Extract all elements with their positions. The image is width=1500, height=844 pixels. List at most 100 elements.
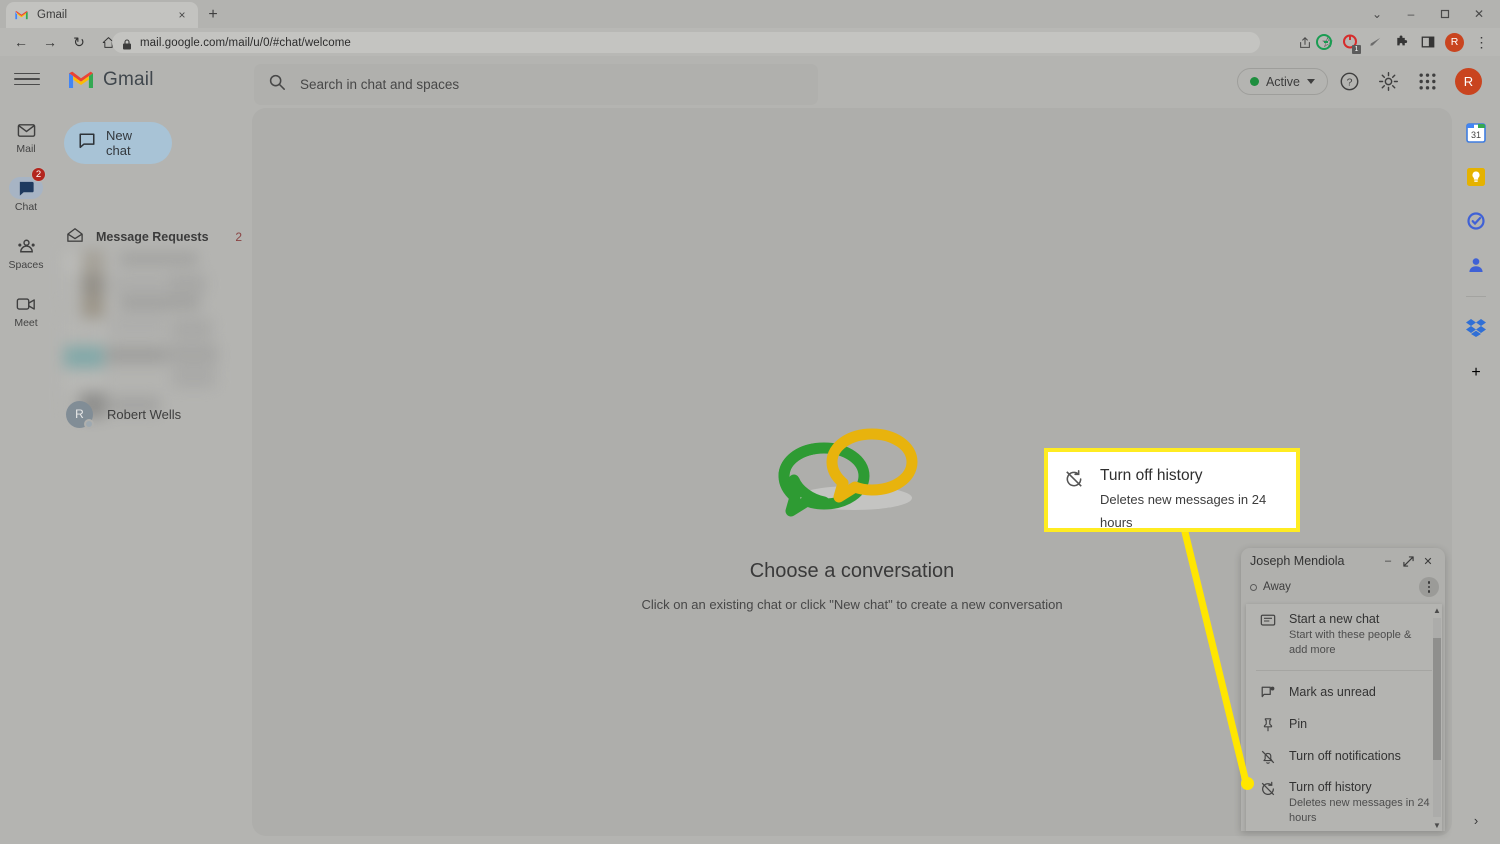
empty-state-subtitle: Click on an existing chat or click "New …	[641, 597, 1063, 612]
google-tasks-icon[interactable]	[1465, 210, 1487, 232]
addon-rail: 31 + ›	[1452, 104, 1500, 844]
tab-search-icon[interactable]: ⌄	[1360, 0, 1394, 28]
close-icon[interactable]: ✕	[1420, 553, 1436, 569]
menu-item-pin[interactable]: Pin	[1246, 708, 1442, 740]
help-icon[interactable]: ?	[1338, 70, 1360, 92]
navigation-buttons: ← → ↻	[8, 28, 121, 56]
google-apps-icon[interactable]	[1416, 70, 1438, 92]
status-dot-icon	[1249, 77, 1259, 86]
annotation-callout: Turn off history Deletes new messages in…	[1044, 448, 1300, 532]
gear-icon[interactable]	[1377, 70, 1399, 92]
chat-list-column: New chat Message Requests 2 R Robert Wel…	[52, 104, 252, 844]
popup-title-bar[interactable]: Joseph Mendiola – ✕	[1241, 548, 1445, 574]
close-window-icon[interactable]: ✕	[1462, 0, 1496, 28]
minimize-icon[interactable]: –	[1394, 0, 1428, 28]
avatar: R	[66, 400, 94, 429]
sidebar-item-label: Mail	[16, 143, 36, 155]
expand-panel-icon[interactable]: ›	[1466, 810, 1486, 830]
lock-icon	[122, 37, 132, 50]
gmail-favicon	[14, 8, 29, 23]
message-requests-count: 2	[235, 230, 242, 244]
status-badge[interactable]: Active	[1236, 68, 1328, 95]
menu-item-turn-off-notifications[interactable]: Turn off notifications	[1246, 740, 1442, 772]
menu-item-label: Mark as unread	[1289, 685, 1376, 699]
chat-popup-window: Joseph Mendiola – ✕ Away Start a new cha…	[1241, 548, 1445, 831]
sidebar-item-chat[interactable]: 2 Chat	[0, 167, 52, 220]
dropbox-icon[interactable]	[1465, 316, 1487, 338]
reload-icon[interactable]: ↻	[66, 29, 92, 55]
browser-tab-title: Gmail	[37, 9, 68, 21]
new-chat-icon	[78, 132, 96, 155]
svg-text:?: ?	[1346, 76, 1352, 88]
gmail-brand-text: Gmail	[103, 69, 154, 90]
google-contacts-icon[interactable]	[1465, 254, 1487, 276]
search-placeholder: Search in chat and spaces	[300, 77, 460, 92]
open-envelope-icon	[66, 227, 84, 248]
mail-icon	[9, 119, 43, 141]
avatar[interactable]: R	[1455, 67, 1482, 95]
header-icons: ? R	[1338, 66, 1482, 96]
google-keep-icon[interactable]	[1465, 166, 1487, 188]
history-off-icon	[1064, 469, 1084, 489]
list-item[interactable]: R Robert Wells	[66, 396, 250, 432]
browser-profile-avatar[interactable]: R	[1445, 32, 1464, 52]
menu-item-start-new-chat[interactable]: Start a new chat Start with these people…	[1246, 604, 1442, 665]
pen-extension-icon[interactable]	[1367, 34, 1384, 51]
sidepanel-icon[interactable]	[1419, 34, 1436, 51]
scrollbar-thumb[interactable]	[1433, 638, 1441, 760]
chevron-down-icon	[1307, 79, 1315, 84]
main-menu-icon[interactable]	[14, 66, 40, 92]
status-label: Active	[1265, 74, 1300, 89]
scroll-up-icon[interactable]: ▲	[1432, 604, 1442, 616]
maximize-icon[interactable]	[1428, 0, 1462, 28]
sidebar-item-mail[interactable]: Mail	[0, 112, 52, 162]
add-addon-button[interactable]: +	[1465, 362, 1487, 384]
page-title: Choose a conversation	[749, 560, 955, 582]
annotation-pointer-dot	[1241, 777, 1254, 790]
menu-scrollbar[interactable]: ▲ ▼	[1431, 604, 1443, 831]
new-tab-button[interactable]: +	[202, 4, 224, 26]
menu-item-label: Turn off notifications	[1289, 749, 1401, 763]
avatar-initial: R	[75, 407, 84, 421]
close-icon[interactable]: ×	[174, 7, 190, 23]
sidebar-item-label: Spaces	[8, 259, 44, 271]
more-options-icon[interactable]	[1419, 577, 1439, 597]
forward-icon[interactable]: →	[37, 29, 63, 55]
search-input[interactable]: Search in chat and spaces	[254, 64, 818, 105]
minimize-icon[interactable]: –	[1380, 553, 1396, 569]
new-chat-button[interactable]: New chat	[64, 122, 172, 164]
back-icon[interactable]: ←	[8, 29, 34, 55]
browser-title-bar: Gmail × + ⌄ – ✕	[0, 0, 1500, 28]
google-calendar-icon[interactable]: 31	[1465, 122, 1487, 144]
expand-icon[interactable]	[1400, 553, 1416, 569]
chat-unread-badge: 2	[31, 167, 46, 182]
menu-item-label: Pin	[1289, 717, 1308, 731]
share-icon[interactable]	[1296, 34, 1313, 51]
menu-item-description: Deletes new messages in 24 hours	[1289, 797, 1430, 824]
list-item-label: Robert Wells	[107, 406, 182, 422]
message-requests-label: Message Requests	[96, 230, 209, 244]
browser-tab[interactable]: Gmail ×	[6, 2, 198, 28]
search-icon	[268, 73, 286, 96]
browser-menu-icon[interactable]: ⋮	[1473, 34, 1490, 51]
menu-item-mark-as-unread[interactable]: Mark as unread	[1246, 676, 1442, 708]
popup-status-row: Away	[1241, 574, 1445, 600]
scroll-down-icon[interactable]: ▼	[1432, 819, 1442, 831]
address-bar-url: mail.google.com/mail/u/0/#chat/welcome	[140, 36, 351, 49]
gmail-logo[interactable]: Gmail	[68, 69, 154, 91]
svg-text:31: 31	[1471, 130, 1481, 140]
extensions-area: 1 R ⋮	[1315, 28, 1494, 56]
sidebar-item-meet[interactable]: Meet	[0, 286, 52, 336]
grammarly-extension-icon[interactable]	[1315, 34, 1332, 51]
menu-item-label: Turn off history	[1289, 780, 1372, 794]
sidebar-item-spaces[interactable]: Spaces	[0, 228, 52, 278]
context-menu: Start a new chat Start with these people…	[1246, 604, 1442, 831]
address-bar[interactable]: mail.google.com/mail/u/0/#chat/welcome	[112, 32, 1260, 53]
puzzle-extensions-icon[interactable]	[1393, 34, 1410, 51]
menu-item-label: Start a new chat	[1289, 612, 1380, 626]
menu-item-description: Start with these people & add more	[1289, 629, 1412, 656]
recording-extension-icon[interactable]: 1	[1341, 34, 1361, 54]
spaces-icon	[9, 235, 43, 257]
menu-item-turn-off-history[interactable]: Turn off history Deletes new messages in…	[1246, 772, 1442, 831]
new-chat-label: New chat	[106, 128, 133, 158]
